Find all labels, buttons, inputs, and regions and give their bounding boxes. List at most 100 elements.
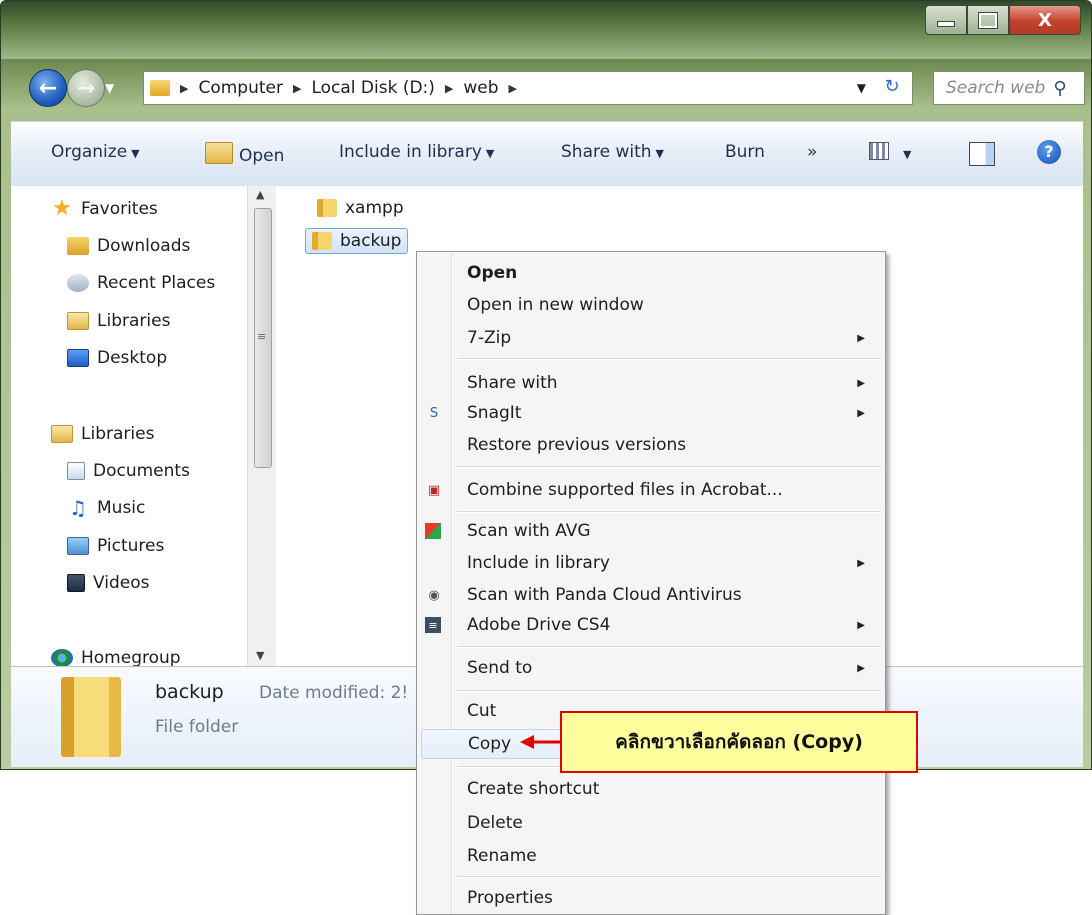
menu-label: Combine supported files in Acrobat... [467, 480, 783, 500]
refresh-icon[interactable]: ↻ [878, 76, 906, 100]
nav-item-videos[interactable]: Videos [67, 573, 150, 593]
menu-item-scan-panda[interactable]: ◉ Scan with Panda Cloud Antivirus [417, 580, 885, 610]
details-name: backup [155, 681, 224, 703]
nav-item-downloads[interactable]: Downloads [67, 236, 190, 256]
breadcrumb-separator-icon[interactable]: ▶ [445, 82, 453, 95]
scroll-up-icon[interactable]: ▲ [256, 188, 264, 201]
nav-item-music[interactable]: ♫ Music [67, 498, 145, 518]
menu-label: Adobe Drive CS4 [467, 615, 611, 635]
nav-item-desktop[interactable]: Desktop [67, 348, 167, 368]
context-menu: Open Open in new window 7-Zip ▶ Share wit… [416, 251, 886, 915]
star-icon: ★ [52, 196, 72, 221]
back-button[interactable]: ← [29, 69, 67, 107]
menu-label: Copy [468, 734, 512, 754]
annotation-callout: คลิกขวาเลือกคัดลอก (Copy) [560, 711, 918, 773]
burn-button[interactable]: Burn [725, 142, 765, 162]
include-in-library-button[interactable]: Include in library ▼ [339, 142, 494, 162]
change-view-button[interactable]: ▼ [869, 142, 911, 163]
breadcrumb-separator-icon[interactable]: ▶ [293, 82, 301, 95]
close-button[interactable]: X [1009, 5, 1081, 35]
address-bar[interactable]: ▶ Computer ▶ Local Disk (D:) ▶ web ▶ ▼ ↻ [143, 71, 913, 105]
history-dropdown-icon[interactable]: ▼ [105, 81, 114, 95]
help-button[interactable]: ? [1037, 140, 1061, 164]
search-icon[interactable]: ⚲ [1053, 78, 1066, 99]
nav-item-documents[interactable]: Documents [67, 461, 190, 481]
menu-item-open-new-window[interactable]: Open in new window [417, 290, 885, 320]
nav-item-homegroup[interactable]: Homegroup [51, 648, 181, 668]
menu-item-delete[interactable]: Delete [417, 808, 885, 838]
file-name: xampp [345, 198, 404, 218]
menu-label: Share with [467, 373, 558, 393]
menu-item-restore-versions[interactable]: Restore previous versions [417, 430, 885, 460]
forward-button[interactable]: → [67, 69, 105, 107]
window-controls: X [925, 5, 1081, 35]
search-placeholder: Search web [946, 78, 1046, 98]
file-item-backup[interactable]: backup [305, 228, 409, 254]
nav-label: Libraries [97, 311, 171, 331]
downloads-folder-icon [67, 237, 89, 255]
menu-item-create-shortcut[interactable]: Create shortcut [417, 774, 885, 804]
breadcrumb-web[interactable]: web [463, 78, 498, 98]
nav-item-libraries[interactable]: Libraries [51, 424, 154, 444]
open-button[interactable]: Open [205, 142, 284, 166]
menu-label: Include in library [467, 553, 610, 573]
breadcrumb-computer[interactable]: Computer [198, 78, 283, 98]
nav-item-pictures[interactable]: Pictures [67, 536, 164, 556]
folder-icon [61, 677, 121, 757]
menu-item-7zip[interactable]: 7-Zip ▶ [417, 323, 885, 353]
menu-separator [457, 511, 881, 513]
submenu-arrow-icon: ▶ [857, 332, 865, 344]
more-commands-button[interactable]: » [807, 142, 817, 162]
more-commands-label: » [807, 142, 818, 162]
folder-icon [312, 232, 332, 250]
avg-icon [425, 523, 441, 539]
menu-item-send-to[interactable]: Send to ▶ [417, 653, 885, 683]
nav-scrollbar[interactable]: ▲ ≡ ▼ [247, 186, 276, 666]
submenu-arrow-icon: ▶ [857, 377, 865, 389]
nav-item-recent-places[interactable]: Recent Places [67, 273, 215, 293]
submenu-arrow-icon: ▶ [857, 557, 865, 569]
nav-label: Favorites [81, 199, 158, 219]
menu-item-adobe-drive[interactable]: ≡ Adobe Drive CS4 ▶ [417, 610, 885, 640]
minimize-button[interactable] [925, 5, 967, 35]
breadcrumb: ▶ Computer ▶ Local Disk (D:) ▶ web ▶ [144, 78, 517, 98]
breadcrumb-separator-icon[interactable]: ▶ [180, 82, 188, 95]
menu-item-open[interactable]: Open [417, 258, 885, 288]
address-row: ← → ▼ ▶ Computer ▶ Local Disk (D:) ▶ web… [1, 63, 1091, 113]
address-dropdown-icon[interactable]: ▼ [857, 81, 866, 95]
nav-label: Downloads [97, 236, 191, 256]
menu-item-snagit[interactable]: S SnagIt ▶ [417, 398, 885, 428]
nav-item-favorites[interactable]: ★ Favorites [51, 198, 158, 220]
chevron-down-icon: ▼ [131, 147, 140, 160]
menu-item-rename[interactable]: Rename [417, 841, 885, 871]
breadcrumb-separator-icon[interactable]: ▶ [509, 82, 517, 95]
snagit-icon: S [429, 405, 439, 421]
menu-label: Scan with AVG [467, 521, 591, 541]
breadcrumb-local-disk[interactable]: Local Disk (D:) [311, 78, 434, 98]
chevron-down-icon: ▼ [655, 147, 664, 160]
nav-label: Music [97, 498, 146, 518]
menu-separator [457, 876, 881, 878]
burn-label: Burn [725, 142, 765, 162]
file-item-xampp[interactable]: xampp [311, 196, 410, 220]
search-input[interactable]: Search web ⚲ [933, 71, 1085, 105]
views-icon [869, 142, 889, 160]
menu-label: Restore previous versions [467, 435, 687, 455]
command-bar: Organize ▼ Open Include in library ▼ Share… [11, 121, 1083, 187]
open-folder-icon [205, 142, 233, 164]
menu-item-scan-avg[interactable]: Scan with AVG [417, 516, 885, 546]
scroll-down-icon[interactable]: ▼ [256, 649, 264, 662]
menu-item-combine-acrobat[interactable]: ▣ Combine supported files in Acrobat... [417, 475, 885, 505]
nav-label: Videos [93, 573, 150, 593]
menu-label: SnagIt [467, 403, 522, 423]
nav-item-libraries-favorite[interactable]: Libraries [67, 311, 170, 331]
menu-item-properties[interactable]: Properties [417, 883, 885, 913]
menu-item-include-library[interactable]: Include in library ▶ [417, 548, 885, 578]
organize-button[interactable]: Organize ▼ [51, 142, 140, 162]
menu-item-share-with[interactable]: Share with ▶ [417, 368, 885, 398]
details-type: File folder [155, 717, 239, 737]
maximize-button[interactable] [967, 5, 1009, 35]
share-with-button[interactable]: Share with ▼ [561, 142, 664, 162]
annotation-arrow-icon [520, 735, 560, 749]
preview-pane-button[interactable] [969, 142, 995, 171]
